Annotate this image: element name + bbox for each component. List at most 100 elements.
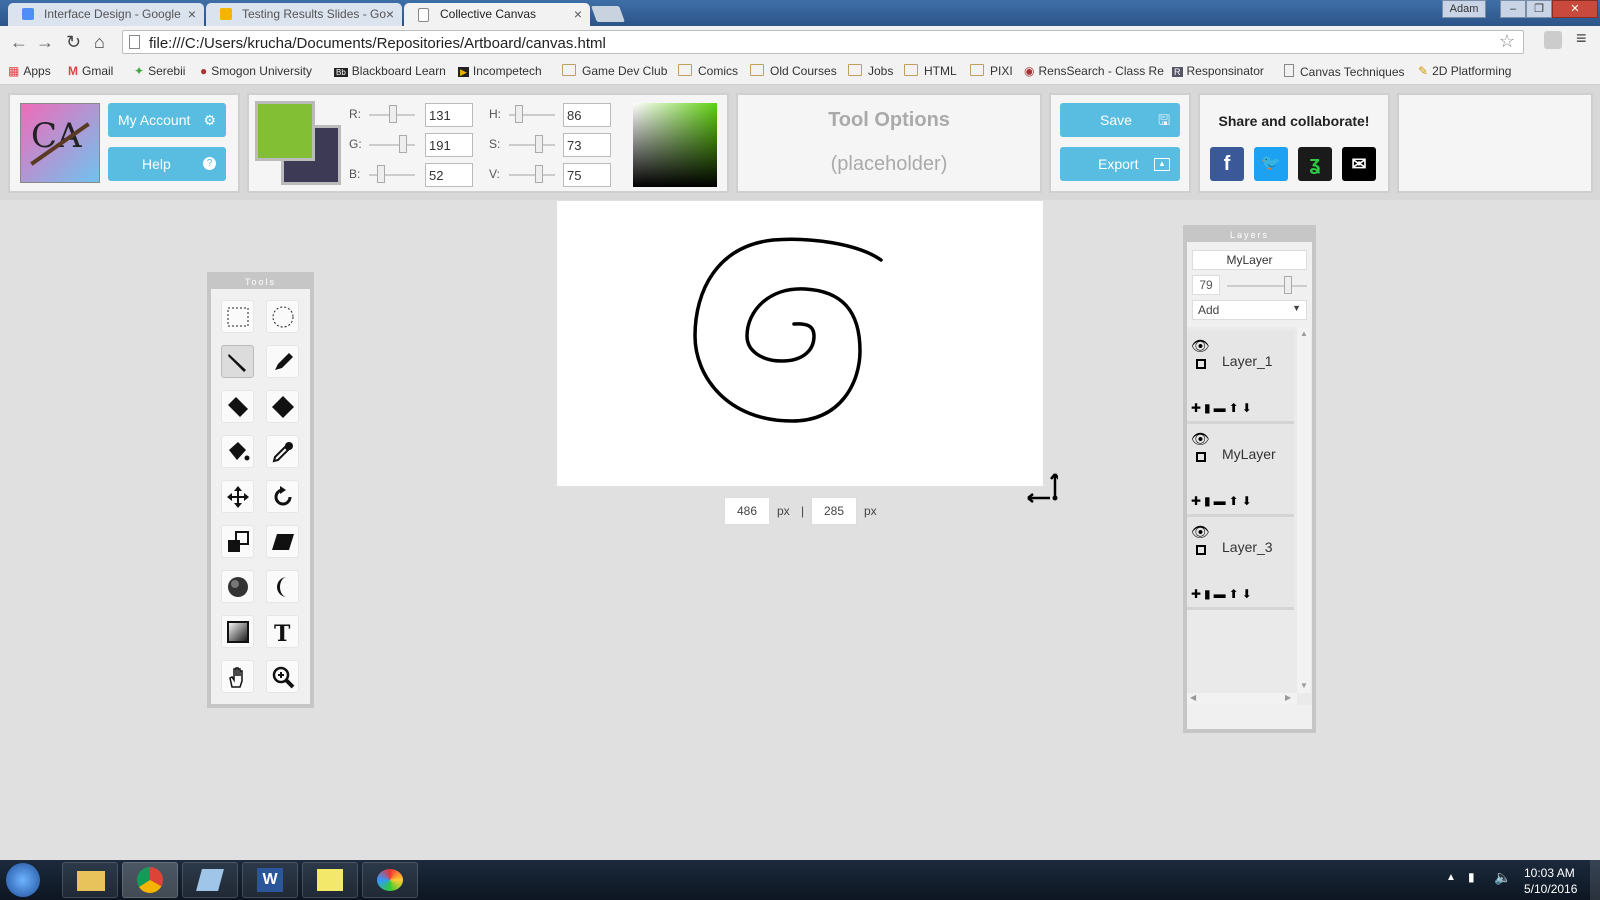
- my-account-button[interactable]: My Account ⚙: [108, 103, 226, 137]
- menu-icon[interactable]: ≡: [1576, 28, 1587, 49]
- brush-tool[interactable]: [221, 345, 254, 378]
- bookmark-smogon[interactable]: ● Smogon University: [200, 64, 312, 78]
- g-slider-track[interactable]: [369, 144, 415, 146]
- eyedropper-tool[interactable]: [266, 435, 299, 468]
- home-icon[interactable]: ⌂: [94, 32, 105, 53]
- help-button[interactable]: Help ?: [108, 147, 226, 181]
- chrome-taskbar-button[interactable]: [122, 862, 178, 898]
- canvas-resize-handle[interactable]: [1024, 470, 1060, 504]
- opacity-slider-track[interactable]: [1227, 285, 1307, 287]
- blur-tool[interactable]: [221, 570, 254, 603]
- star-icon[interactable]: ☆: [1499, 31, 1515, 52]
- close-icon[interactable]: ×: [574, 6, 582, 22]
- bookmark-folder[interactable]: Old Courses: [750, 64, 837, 78]
- eye-icon[interactable]: 👁: [1191, 337, 1210, 355]
- horizontal-scrollbar[interactable]: ◀ ▶: [1187, 693, 1297, 705]
- zoom-tool[interactable]: [266, 660, 299, 693]
- lock-icon[interactable]: [1196, 452, 1206, 462]
- clock-date[interactable]: 5/10/2016: [1524, 882, 1577, 896]
- g-input[interactable]: 191: [425, 133, 473, 157]
- b-input[interactable]: 52: [425, 163, 473, 187]
- rect-select-tool[interactable]: [221, 300, 254, 333]
- facebook-icon[interactable]: f: [1210, 147, 1244, 181]
- forward-icon[interactable]: →: [36, 32, 54, 53]
- layer-item[interactable]: 👁 MyLayer ✚▮▬⬆⬇: [1187, 424, 1294, 517]
- rss-icon[interactable]: [1544, 31, 1562, 49]
- vertical-scrollbar[interactable]: ▲ ▼: [1297, 327, 1311, 693]
- bookmark-2d-platforming[interactable]: ✎ 2D Platforming: [1418, 64, 1511, 78]
- skew-tool[interactable]: [266, 525, 299, 558]
- browser-tab[interactable]: Testing Results Slides - Go ×: [206, 3, 402, 26]
- scroll-up-icon[interactable]: ▲: [1300, 329, 1308, 338]
- twitter-icon[interactable]: 🐦: [1254, 147, 1288, 181]
- s-slider-track[interactable]: [509, 144, 555, 146]
- export-button[interactable]: Export ▲: [1060, 147, 1180, 181]
- scroll-right-icon[interactable]: ▶: [1285, 693, 1291, 702]
- canvas-width-input[interactable]: 486: [724, 497, 770, 525]
- gradient-tool[interactable]: [221, 615, 254, 648]
- eraser-tool[interactable]: [221, 390, 254, 423]
- g-slider-thumb[interactable]: [399, 135, 407, 153]
- eye-icon[interactable]: 👁: [1191, 523, 1210, 541]
- v-slider-track[interactable]: [509, 174, 555, 176]
- bookmark-serebii[interactable]: ✦ Serebii: [134, 64, 185, 78]
- b-slider-thumb[interactable]: [377, 165, 385, 183]
- primary-color-swatch[interactable]: [255, 101, 315, 161]
- bookmark-folder[interactable]: Comics: [678, 64, 738, 78]
- email-icon[interactable]: ✉: [1342, 147, 1376, 181]
- s-input[interactable]: 73: [563, 133, 611, 157]
- word-taskbar-button[interactable]: W: [242, 862, 298, 898]
- paint-taskbar-button[interactable]: [362, 862, 418, 898]
- hard-eraser-tool[interactable]: [266, 390, 299, 423]
- scale-tool[interactable]: [221, 525, 254, 558]
- volume-icon[interactable]: 🔈: [1494, 869, 1511, 886]
- layer-name-input[interactable]: MyLayer: [1192, 250, 1307, 270]
- notes-taskbar-button[interactable]: [182, 862, 238, 898]
- scroll-left-icon[interactable]: ◀: [1190, 693, 1196, 702]
- s-slider-thumb[interactable]: [535, 135, 543, 153]
- save-button[interactable]: Save 🖫: [1060, 103, 1180, 137]
- paint-bucket-tool[interactable]: [221, 435, 254, 468]
- hand-tool[interactable]: [221, 660, 254, 693]
- signal-icon[interactable]: ▮: [1468, 870, 1475, 884]
- bookmark-folder[interactable]: HTML: [904, 64, 957, 78]
- new-tab-button[interactable]: [591, 6, 625, 22]
- bookmark-blackboard[interactable]: Bb Blackboard Learn: [334, 64, 446, 78]
- blend-mode-select[interactable]: Add ▼: [1192, 300, 1307, 320]
- v-input[interactable]: 75: [563, 163, 611, 187]
- b-slider-track[interactable]: [369, 174, 415, 176]
- r-input[interactable]: 131: [425, 103, 473, 127]
- user-badge[interactable]: Adam: [1442, 0, 1486, 18]
- address-bar[interactable]: file:///C:/Users/krucha/Documents/Reposi…: [122, 30, 1524, 54]
- h-input[interactable]: 86: [563, 103, 611, 127]
- tray-arrow-icon[interactable]: ▲: [1446, 872, 1456, 883]
- layer-item[interactable]: 👁 Layer_1 ✚▮▬⬆⬇: [1187, 331, 1294, 424]
- pencil-tool[interactable]: [266, 345, 299, 378]
- start-button[interactable]: [6, 863, 40, 897]
- rotate-tool[interactable]: [266, 480, 299, 513]
- text-tool[interactable]: T: [266, 615, 299, 648]
- bookmark-folder[interactable]: Jobs: [848, 64, 893, 78]
- layer-actions[interactable]: ✚▮▬⬆⬇: [1191, 401, 1255, 415]
- move-tool[interactable]: [221, 480, 254, 513]
- h-slider-thumb[interactable]: [515, 105, 523, 123]
- r-slider-thumb[interactable]: [389, 105, 397, 123]
- close-window-button[interactable]: ✕: [1552, 0, 1598, 18]
- explorer-taskbar-button[interactable]: [62, 862, 118, 898]
- opacity-slider-thumb[interactable]: [1284, 276, 1292, 294]
- close-icon[interactable]: ×: [188, 6, 196, 22]
- reload-icon[interactable]: ↻: [66, 32, 81, 53]
- canvas-height-input[interactable]: 285: [811, 497, 857, 525]
- bookmark-gmail[interactable]: M Gmail: [68, 64, 113, 78]
- minimize-button[interactable]: –: [1500, 0, 1526, 18]
- show-desktop-button[interactable]: [1590, 860, 1600, 900]
- lock-icon[interactable]: [1196, 545, 1206, 555]
- restore-button[interactable]: ❐: [1526, 0, 1552, 18]
- browser-tab[interactable]: Interface Design - Google ×: [8, 3, 204, 26]
- bookmark-folder[interactable]: Game Dev Club: [562, 64, 667, 78]
- bookmark-incompetech[interactable]: ▶ Incompetech: [458, 64, 542, 78]
- browser-tab-active[interactable]: Collective Canvas ×: [404, 3, 590, 26]
- ellipse-select-tool[interactable]: [266, 300, 299, 333]
- layer-item[interactable]: 👁 Layer_3 ✚▮▬⬆⬇: [1187, 517, 1294, 610]
- close-icon[interactable]: ×: [386, 6, 394, 22]
